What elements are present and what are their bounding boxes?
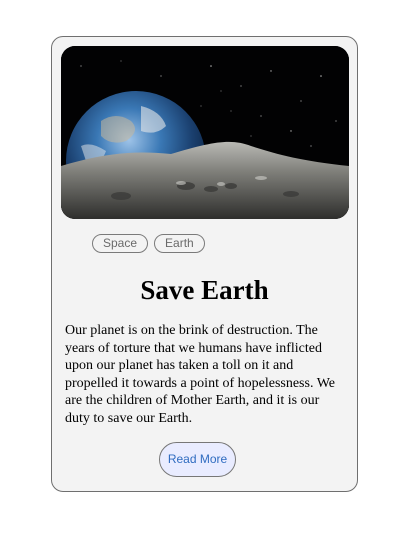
read-more-button[interactable]: Read More [159,442,236,477]
tag-list: Space Earth [92,234,205,253]
card-title: Save Earth [140,275,269,305]
card-description: Our planet is on the brink of destructio… [65,323,336,426]
hero-illustration [61,46,349,219]
article-card: Space Earth Save Earth Our planet is on … [51,36,358,492]
tag-space[interactable]: Space [92,234,149,253]
tag-earth[interactable]: Earth [154,234,205,253]
earth-moon-image [61,46,349,219]
